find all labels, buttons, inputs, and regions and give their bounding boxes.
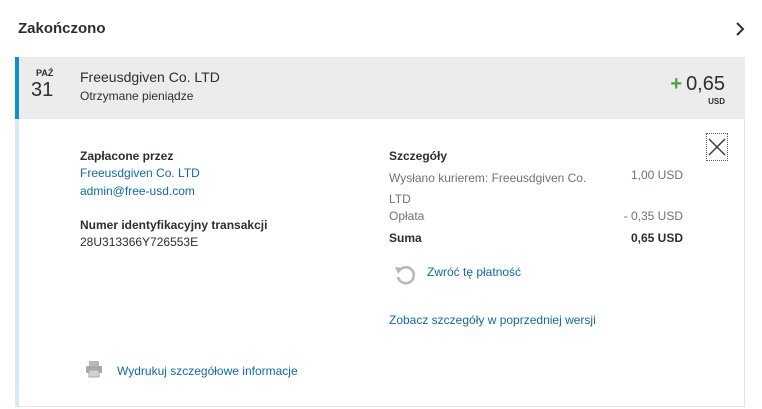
amount-value: 0,65 [686, 73, 725, 95]
chevron-right-icon[interactable] [733, 20, 747, 38]
refund-link[interactable]: Zwróć tę płatność [427, 265, 521, 279]
previous-version-link[interactable]: Zobacz szczegóły w poprzedniej wersji [389, 313, 596, 327]
paid-by-name-link[interactable]: Freeusdgiven Co. LTD [80, 166, 200, 180]
transaction-amount: +0,65 [670, 73, 725, 96]
fee-label: Opłata [389, 209, 425, 223]
transaction-month: PAŹ [36, 68, 54, 78]
close-button[interactable] [706, 133, 728, 161]
amount-currency: USD [708, 97, 725, 106]
transaction-detail-panel: Zapłacone przez Freeusdgiven Co. LTD adm… [15, 119, 745, 407]
fee-amount: - 0,35 USD [623, 209, 683, 223]
close-icon [708, 138, 726, 156]
line-item-amount: 1,00 USD [630, 168, 683, 182]
paid-by-email-link[interactable]: admin@free-usd.com [80, 184, 195, 198]
section-header[interactable]: Zakończono [0, 0, 762, 57]
printer-icon[interactable] [85, 360, 103, 378]
transaction-id-value: 28U313366Y726553E [80, 235, 199, 249]
transaction-day: 31 [31, 79, 54, 101]
print-details-link[interactable]: Wydrukuj szczegółowe informacje [117, 364, 298, 378]
transaction-row[interactable]: PAŹ 31 Freeusdgiven Co. LTD Otrzymane pi… [15, 57, 745, 119]
amount-sign: + [670, 73, 683, 95]
total-label: Suma [389, 231, 422, 245]
section-title: Zakończono [18, 20, 106, 37]
paid-by-label: Zapłacone przez [80, 149, 174, 163]
details-title: Szczegóły [389, 149, 448, 163]
transaction-type: Otrzymane pieniądze [80, 89, 194, 103]
total-amount: 0,65 USD [630, 231, 683, 245]
merchant-name: Freeusdgiven Co. LTD [80, 69, 220, 85]
transaction-id-label: Numer identyfikacyjny transakcji [80, 218, 268, 232]
line-item-description: Wysłano kurierem: Freeusdgiven Co. LTD [389, 171, 587, 206]
undo-icon[interactable] [394, 263, 416, 285]
